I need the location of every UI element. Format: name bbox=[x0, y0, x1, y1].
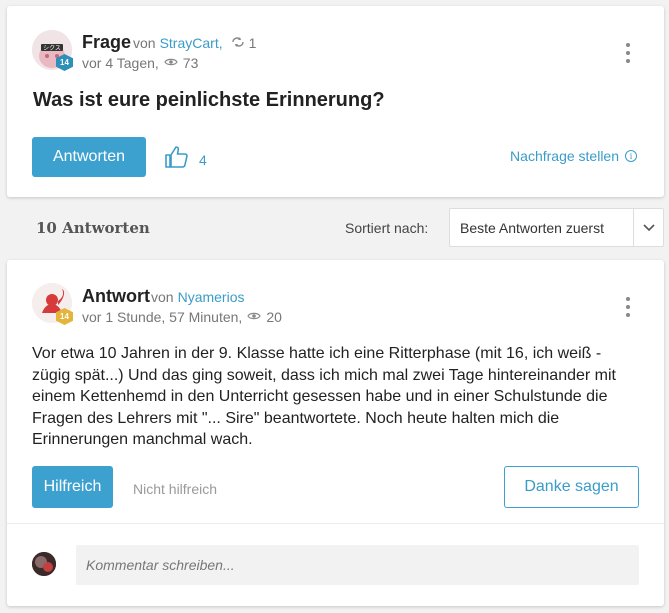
answer-author-link[interactable]: Nyamerios bbox=[178, 289, 245, 305]
followup-label: Nachfrage stellen bbox=[510, 148, 619, 164]
divider bbox=[7, 523, 664, 524]
answer-card: 14 Antwort von Nyamerios vor 1 Stunde, 5… bbox=[7, 260, 664, 606]
eye-icon bbox=[164, 54, 178, 72]
question-meta-line-1: von StrayCart, 1 bbox=[133, 35, 256, 51]
like-button[interactable]: 4 bbox=[163, 144, 207, 175]
by-label: von bbox=[133, 35, 156, 51]
info-icon: i bbox=[625, 150, 637, 162]
not-helpful-button[interactable]: Nicht hilfreich bbox=[133, 481, 217, 497]
repost-icon bbox=[231, 35, 245, 51]
answer-kebab-menu-icon[interactable] bbox=[624, 295, 632, 317]
sort-label: Sortiert nach: bbox=[345, 220, 429, 236]
current-user-avatar bbox=[32, 552, 56, 576]
question-card: シクス 1 4 Frage von StrayCart, 1 vor 4 Tage… bbox=[7, 6, 664, 197]
repost-count: 1 bbox=[248, 35, 257, 51]
answer-time: vor 1 Stunde, 57 Minuten, bbox=[82, 309, 243, 325]
eye-icon bbox=[247, 308, 262, 326]
thumbs-up-icon bbox=[163, 144, 189, 175]
by-label: von bbox=[151, 289, 174, 305]
question-title: Was ist eure peinlichste Erinnerung? bbox=[33, 89, 385, 111]
followup-question-link[interactable]: Nachfrage stellen i bbox=[510, 148, 637, 164]
question-type-label: Frage bbox=[82, 32, 132, 52]
question-views: 73 bbox=[182, 55, 199, 71]
answer-body-text: Vor etwa 10 Jahren in der 9. Klasse hatt… bbox=[32, 345, 616, 448]
sort-dropdown[interactable]: Beste Antworten zuerst bbox=[449, 208, 664, 247]
answer-views: 20 bbox=[266, 309, 282, 325]
question-time: vor 4 Tagen, bbox=[82, 55, 159, 71]
like-count: 4 bbox=[199, 151, 207, 168]
answer-type-label: Antwort bbox=[82, 286, 150, 306]
helpful-button[interactable]: Hilfreich bbox=[32, 466, 113, 508]
svg-text:シクス: シクス bbox=[43, 45, 61, 52]
answer-meta-line-1: von Nyamerios bbox=[151, 289, 244, 305]
sort-selected-value: Beste Antworten zuerst bbox=[460, 219, 604, 236]
question-author-link[interactable]: StrayCart, bbox=[160, 35, 223, 51]
answers-count: 10 Antworten bbox=[36, 219, 150, 237]
question-meta-line-2: vor 4 Tagen, 73 bbox=[82, 54, 198, 72]
chevron-down-icon bbox=[633, 209, 663, 246]
answer-meta-line-2: vor 1 Stunde, 57 Minuten, 20 bbox=[82, 308, 282, 326]
question-kebab-menu-icon[interactable] bbox=[624, 41, 632, 63]
comment-input[interactable] bbox=[76, 545, 639, 585]
answer-button[interactable]: Antworten bbox=[32, 137, 146, 177]
thanks-button[interactable]: Danke sagen bbox=[504, 466, 639, 508]
